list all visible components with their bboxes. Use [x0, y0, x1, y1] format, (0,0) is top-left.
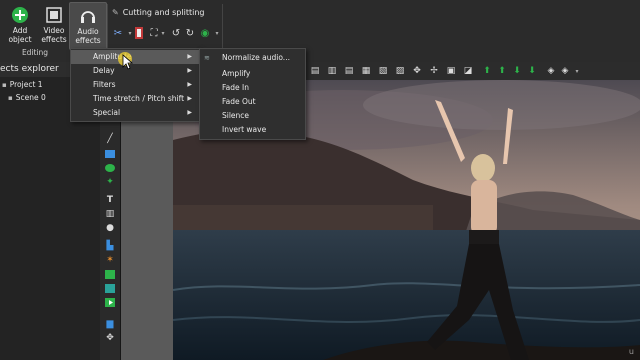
submenu-arrow-icon: ▶ [187, 53, 192, 60]
menu-item-normalize-audio[interactable]: ≋ Normalize audio... [200, 51, 305, 65]
subtitles-tool-icon[interactable]: ▥ [104, 208, 116, 220]
align-left-icon[interactable]: ▤ [309, 65, 321, 77]
move-up-icon[interactable]: ⬆ [481, 65, 493, 77]
callout-tool-icon[interactable]: ● [104, 222, 116, 234]
menu-item-label: Silence [222, 111, 250, 120]
image-tool-icon[interactable] [104, 268, 116, 280]
add-object-button[interactable]: Add object [2, 2, 38, 48]
stretch-icon[interactable]: ✢ [428, 65, 440, 77]
submenu-arrow-icon: ▶ [187, 81, 192, 88]
animation-tool-icon[interactable]: ✶ [104, 254, 116, 266]
menu-item-label: Fade Out [222, 97, 256, 106]
visualizer-tool-icon[interactable]: ▆ [104, 318, 116, 330]
menu-item-label: Amplify [222, 69, 251, 78]
menu-item-label: Fade In [222, 83, 249, 92]
menu-item-label: Filters [93, 80, 116, 89]
cutting-splitting-label: Cutting and splitting [122, 8, 205, 17]
align-top-icon[interactable]: ▦ [360, 65, 372, 77]
audio-tool-icon[interactable] [104, 282, 116, 294]
rotate-left-icon[interactable]: ↺ [170, 27, 182, 39]
align-right-icon[interactable]: ▤ [343, 65, 355, 77]
folder-icon: ▪ [2, 80, 7, 89]
video-effects-label: Video effects [41, 26, 67, 44]
menu-item-fade-in[interactable]: Fade In [200, 81, 305, 95]
chart-tool-icon[interactable]: ▙ [104, 240, 116, 252]
waveform-icon: ≋ [204, 54, 210, 62]
menu-item-amplify[interactable]: Amplify [200, 67, 305, 81]
pen-icon: ✎ [112, 8, 119, 17]
audio-effects-menu: Amplitude ▶ Delay ▶ Filters ▶ Time stret… [70, 48, 201, 122]
align-center-icon[interactable]: ▥ [326, 65, 338, 77]
scene-canvas-margin [121, 80, 173, 360]
align-bottom-icon[interactable]: ▨ [394, 65, 406, 77]
menu-item-label: Normalize audio... [222, 53, 290, 62]
speed-icon[interactable]: ◉ [199, 27, 211, 39]
menu-item-label: Delay [93, 66, 115, 75]
scene-label: Scene 0 [15, 93, 46, 102]
chevron-down-icon[interactable]: ▾ [571, 65, 583, 77]
full-frame-icon[interactable]: ◪ [462, 65, 474, 77]
menu-item-silence[interactable]: Silence [200, 109, 305, 123]
line-tool-icon[interactable]: ╱ [104, 133, 116, 145]
ungroup-icon[interactable]: ◈ [559, 65, 571, 77]
menu-item-invert-wave[interactable]: Invert wave [200, 123, 305, 137]
film-icon [44, 5, 64, 25]
group-icon[interactable]: ◈ [545, 65, 557, 77]
tree-item-project[interactable]: ▪ Project 1 [2, 80, 43, 89]
split-tool-icon[interactable]: ✂ [112, 27, 124, 39]
menu-item-delay[interactable]: Delay ▶ [71, 64, 200, 78]
menu-item-label: Invert wave [222, 125, 267, 134]
menu-item-fade-out[interactable]: Fade Out [200, 95, 305, 109]
freehand-tool-icon[interactable]: ✦ [104, 176, 116, 188]
audio-effects-button[interactable]: Audio effects [69, 2, 107, 50]
rotate-right-icon[interactable]: ↻ [184, 27, 196, 39]
headphones-icon [78, 6, 98, 26]
move-bottom-icon[interactable]: ⬇ [526, 65, 538, 77]
plus-circle-icon [10, 5, 30, 25]
editing-group-label: Editing [21, 48, 49, 57]
text-tool-icon[interactable]: T [104, 194, 116, 206]
watermark-logo: u [628, 347, 634, 356]
project-label: Project 1 [9, 80, 43, 89]
rectangle-tool-icon[interactable] [104, 148, 116, 160]
menu-item-label: Special [93, 108, 121, 117]
submenu-arrow-icon: ▶ [187, 95, 192, 102]
menu-item-label: Time stretch / Pitch shift [93, 94, 185, 103]
tree-item-scene[interactable]: ▪ Scene 0 [8, 93, 46, 102]
audio-effects-label: Audio effects [75, 27, 101, 45]
menu-item-filters[interactable]: Filters ▶ [71, 78, 200, 92]
amplitude-submenu: ≋ Normalize audio... Amplify Fade In Fad… [199, 48, 306, 140]
ellipse-tool-icon[interactable] [104, 162, 116, 174]
move-down-icon[interactable]: ⬇ [511, 65, 523, 77]
video-tool-icon[interactable] [104, 296, 116, 308]
menu-item-amplitude[interactable]: Amplitude ▶ [71, 50, 200, 64]
submenu-arrow-icon: ▶ [187, 67, 192, 74]
trim-icon[interactable] [133, 27, 145, 39]
menu-item-special[interactable]: Special ▶ [71, 106, 200, 120]
move-top-icon[interactable]: ⬆ [496, 65, 508, 77]
move-tool-icon[interactable]: ✥ [104, 332, 116, 344]
scene-icon: ▪ [8, 93, 13, 102]
chevron-down-icon[interactable]: ▾ [157, 27, 169, 39]
submenu-arrow-icon: ▶ [187, 109, 192, 116]
menu-item-time-stretch[interactable]: Time stretch / Pitch shift ▶ [71, 92, 200, 106]
fit-icon[interactable]: ✥ [411, 65, 423, 77]
fill-icon[interactable]: ▣ [445, 65, 457, 77]
cutting-splitting-title: ✎ Cutting and splitting [112, 8, 204, 17]
add-object-label: Add object [8, 26, 32, 44]
align-middle-icon[interactable]: ▧ [377, 65, 389, 77]
mouse-cursor-icon [118, 52, 134, 70]
video-effects-button[interactable]: Video effects [36, 2, 72, 48]
